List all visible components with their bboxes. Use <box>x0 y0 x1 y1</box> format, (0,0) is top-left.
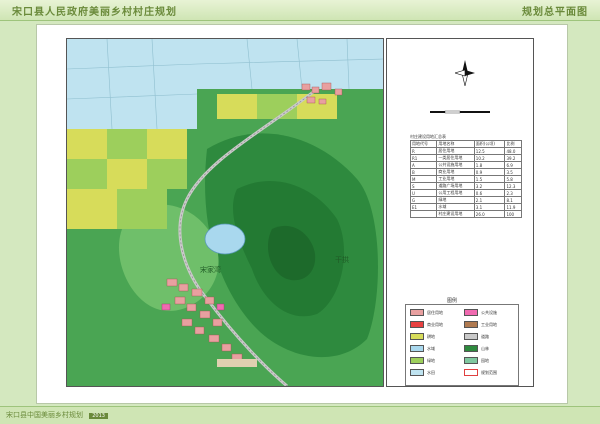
table-header-row: 用地代号 用地名称 面积(公顷) 比例 <box>409 140 522 148</box>
header-ratio: 比例 <box>504 140 522 148</box>
map-label-village: 宋家湾 <box>200 266 221 274</box>
legend-swatch <box>464 357 478 364</box>
table-row: G 绿地 2.1 8.1 <box>409 196 522 204</box>
legend-label: 商业用地 <box>427 321 443 327</box>
header-name: 用地名称 <box>436 140 475 148</box>
legend-swatch <box>410 369 424 376</box>
table-row: A 公共设施用地 1.8 6.9 <box>409 161 522 169</box>
legend-label: 水域 <box>427 345 435 351</box>
legend-item: 水域 <box>410 345 435 352</box>
legend-item: 居住用地 <box>410 309 443 316</box>
table-row: R1 一类居住用地 10.2 39.2 <box>409 154 522 162</box>
legend-label: 耕地 <box>427 333 435 339</box>
legend-item: 园地 <box>464 357 489 364</box>
map-label-mountain: 干拱 <box>335 256 349 264</box>
legend-swatch <box>410 309 424 316</box>
footer-badge: 2013 <box>89 413 108 419</box>
footer-bar: 宋口县中国美丽乡村规划 2013 <box>0 406 600 424</box>
legend-swatch <box>410 321 424 328</box>
road-plaza <box>217 359 257 367</box>
header-area: 面积(公顷) <box>473 140 506 148</box>
paddy-block-n <box>197 39 383 89</box>
table-row: B 商业用地 0.9 3.5 <box>409 168 522 176</box>
land-use-table: 用地代号 用地名称 面积(公顷) 比例 R 居住用地 12.5 48.0 R1 一类居住… <box>409 140 522 218</box>
table-row: S 道路广场用地 3.2 12.3 <box>409 182 522 190</box>
legend-swatch <box>410 345 424 352</box>
legend-label: 绿地 <box>427 357 435 363</box>
legend-item: 山林 <box>464 345 489 352</box>
legend-label: 公共设施 <box>481 309 497 315</box>
legend-label: 山林 <box>481 345 489 351</box>
legend-swatch <box>464 333 478 340</box>
drawing-name: 规划总平面图 <box>522 7 588 18</box>
map-frame[interactable] <box>66 38 384 387</box>
legend-item: 规划范围 <box>464 369 497 376</box>
legend-title: 图例 <box>447 298 458 304</box>
legend-item: 绿地 <box>410 357 435 364</box>
footer-label: 宋口县中国美丽乡村规划 <box>6 411 83 419</box>
legend-swatch <box>464 345 478 352</box>
plan-map <box>67 39 383 386</box>
legend-swatch <box>410 357 424 364</box>
table-row: U 公用工程用地 0.6 2.3 <box>409 189 522 197</box>
legend-item: 工业用地 <box>464 321 497 328</box>
legend-label: 工业用地 <box>481 321 497 327</box>
legend-item: 耕地 <box>410 333 435 340</box>
legend-swatch <box>464 309 478 316</box>
table-row: E1 水域 3.1 11.9 <box>409 203 522 211</box>
table-row: R 居住用地 12.5 48.0 <box>409 147 522 155</box>
table-row: M 工业用地 1.5 5.8 <box>409 175 522 183</box>
title-bar: 宋口县人民政府美丽乡村村庄规划 规划总平面图 <box>0 0 600 21</box>
legend-box: 居住用地 公共设施 商业用地 工业用地 耕地 道路 水域 山林 绿地 园地 水田 <box>405 304 519 386</box>
legend-item: 商业用地 <box>410 321 443 328</box>
legend-label: 园地 <box>481 357 489 363</box>
legend-label: 规划范围 <box>481 369 497 375</box>
legend-label: 居住用地 <box>427 309 443 315</box>
legend-item: 道路 <box>464 333 489 340</box>
legend-item: 公共设施 <box>464 309 497 316</box>
footer-text: 宋口县中国美丽乡村规划 2013 <box>6 410 108 420</box>
document-title: 宋口县人民政府美丽乡村村庄规划 <box>12 7 177 18</box>
paddy-block-nw <box>67 39 197 129</box>
legend-label: 道路 <box>481 333 489 339</box>
table-row: 村庄建设用地 26.0 100 <box>409 210 522 218</box>
legend-swatch <box>464 321 478 328</box>
header-code: 用地代号 <box>409 140 438 148</box>
scale-bar <box>430 100 490 119</box>
north-arrow-icon <box>453 60 475 90</box>
lake <box>204 223 246 255</box>
legend-swatch <box>464 369 478 376</box>
legend-swatch <box>410 333 424 340</box>
legend-label: 水田 <box>427 369 435 375</box>
legend-item: 水田 <box>410 369 435 376</box>
